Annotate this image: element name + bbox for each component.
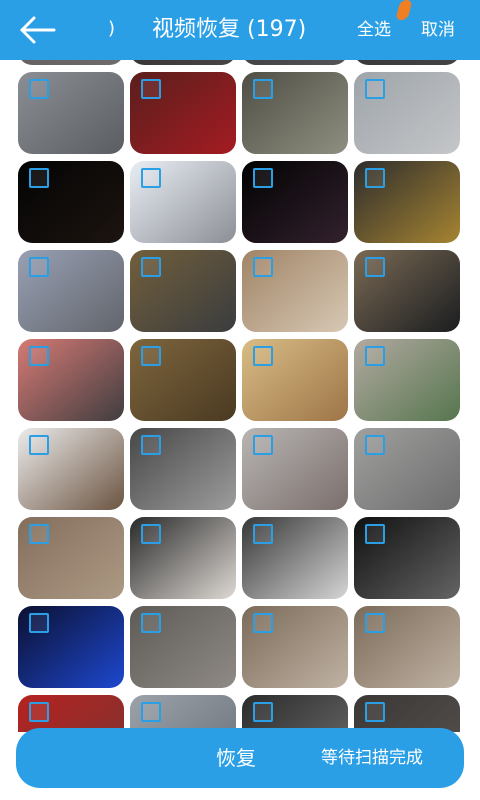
select-checkbox[interactable]	[29, 79, 49, 99]
select-checkbox[interactable]	[141, 613, 161, 633]
select-checkbox[interactable]	[29, 702, 49, 722]
video-thumbnail[interactable]	[242, 428, 348, 510]
select-checkbox[interactable]	[253, 346, 273, 366]
page-title: 视频恢复 (197)	[152, 17, 307, 42]
select-checkbox[interactable]	[365, 702, 385, 722]
video-thumbnail[interactable]	[130, 250, 236, 332]
video-thumbnail[interactable]	[354, 428, 460, 510]
select-checkbox[interactable]	[141, 702, 161, 722]
select-checkbox[interactable]	[365, 435, 385, 455]
select-checkbox[interactable]	[365, 79, 385, 99]
video-thumbnail[interactable]	[242, 606, 348, 688]
select-checkbox[interactable]	[253, 524, 273, 544]
video-thumbnail[interactable]	[354, 695, 460, 732]
select-checkbox[interactable]	[29, 257, 49, 277]
decorative-glyph: )	[108, 18, 116, 39]
select-checkbox[interactable]	[29, 524, 49, 544]
video-thumbnail[interactable]	[354, 72, 460, 154]
video-thumbnail[interactable]	[18, 250, 124, 332]
select-checkbox[interactable]	[141, 79, 161, 99]
select-checkbox[interactable]	[253, 79, 273, 99]
select-checkbox[interactable]	[365, 346, 385, 366]
video-thumbnail[interactable]	[130, 161, 236, 243]
video-thumbnail[interactable]	[130, 517, 236, 599]
video-thumbnail[interactable]	[242, 60, 348, 65]
select-checkbox[interactable]	[141, 524, 161, 544]
video-thumbnail[interactable]	[242, 339, 348, 421]
video-thumbnail[interactable]	[18, 428, 124, 510]
video-thumbnail[interactable]	[130, 695, 236, 732]
video-thumbnail[interactable]	[242, 161, 348, 243]
select-checkbox[interactable]	[141, 346, 161, 366]
video-thumbnail[interactable]	[18, 517, 124, 599]
video-thumbnail[interactable]	[354, 606, 460, 688]
video-thumbnail[interactable]	[354, 517, 460, 599]
video-thumbnail[interactable]	[242, 695, 348, 732]
select-checkbox[interactable]	[253, 702, 273, 722]
video-thumbnail[interactable]	[18, 60, 124, 65]
select-all-button[interactable]: 全选	[357, 16, 391, 44]
video-thumbnail[interactable]	[354, 60, 460, 65]
back-arrow-icon	[20, 16, 56, 44]
video-thumbnail[interactable]	[18, 339, 124, 421]
video-thumbnail[interactable]	[130, 72, 236, 154]
select-checkbox[interactable]	[253, 168, 273, 188]
select-checkbox[interactable]	[141, 435, 161, 455]
back-button[interactable]	[18, 14, 58, 46]
select-checkbox[interactable]	[253, 613, 273, 633]
video-thumbnail[interactable]	[354, 339, 460, 421]
scan-status-label: 等待扫描完成	[321, 748, 423, 768]
video-thumbnail[interactable]	[242, 250, 348, 332]
video-thumbnail[interactable]	[130, 428, 236, 510]
select-checkbox[interactable]	[365, 613, 385, 633]
thumbnail-image	[130, 60, 236, 65]
video-thumbnail[interactable]	[18, 606, 124, 688]
video-thumbnail[interactable]	[130, 606, 236, 688]
video-thumbnail[interactable]	[18, 695, 124, 732]
video-thumbnail-grid	[18, 60, 464, 732]
video-thumbnail[interactable]	[130, 339, 236, 421]
thumbnail-image	[18, 60, 124, 65]
select-checkbox[interactable]	[29, 435, 49, 455]
select-checkbox[interactable]	[29, 613, 49, 633]
recover-button[interactable]: 恢复	[216, 742, 256, 774]
video-thumbnail[interactable]	[18, 161, 124, 243]
bottom-action-bar: 恢复 等待扫描完成	[16, 728, 464, 788]
select-checkbox[interactable]	[29, 168, 49, 188]
video-thumbnail[interactable]	[130, 60, 236, 65]
select-checkbox[interactable]	[365, 257, 385, 277]
select-checkbox[interactable]	[365, 524, 385, 544]
video-thumbnail[interactable]	[242, 517, 348, 599]
select-checkbox[interactable]	[365, 168, 385, 188]
select-checkbox[interactable]	[29, 346, 49, 366]
video-thumbnail[interactable]	[242, 72, 348, 154]
thumbnail-image	[242, 60, 348, 65]
select-checkbox[interactable]	[141, 168, 161, 188]
select-checkbox[interactable]	[141, 257, 161, 277]
video-thumbnail[interactable]	[354, 250, 460, 332]
thumbnail-image	[354, 60, 460, 65]
select-checkbox[interactable]	[253, 257, 273, 277]
video-thumbnail[interactable]	[18, 72, 124, 154]
select-checkbox[interactable]	[253, 435, 273, 455]
cancel-button[interactable]: 取消	[421, 16, 455, 44]
video-thumbnail[interactable]	[354, 161, 460, 243]
